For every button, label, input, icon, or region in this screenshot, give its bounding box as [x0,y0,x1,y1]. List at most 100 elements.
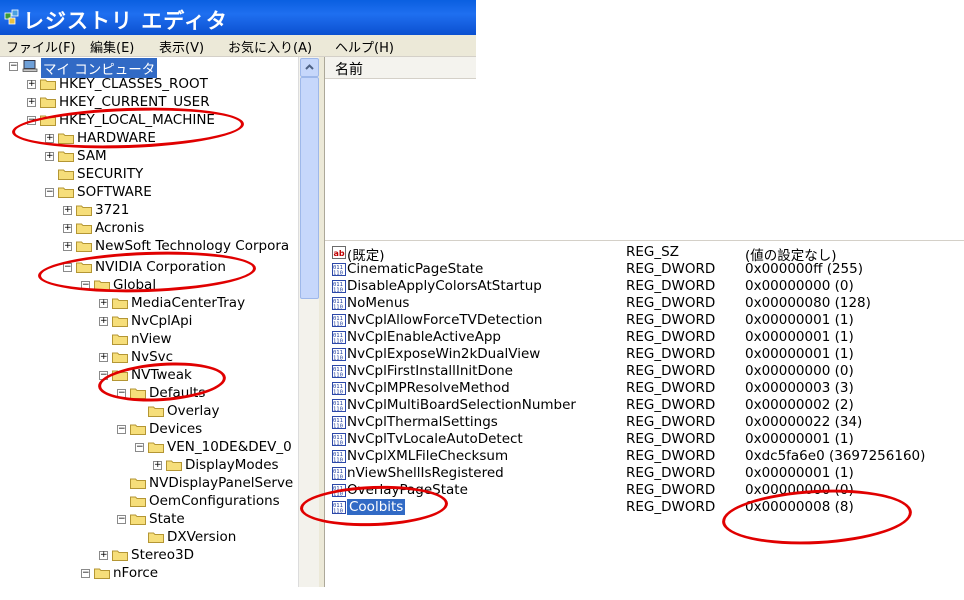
value-data: 0x00000000 (0) [745,363,854,379]
expand-icon[interactable]: + [27,80,36,89]
tree-node-label: HKEY_LOCAL_MACHINE [59,112,215,128]
tree-node-label: NVTweak [131,367,192,383]
svg-text:110: 110 [333,475,343,481]
folder-icon [40,97,56,108]
value-row[interactable]: 011 110 CinematicPageState REG_DWORD 0x00000… [325,261,964,278]
menu-help[interactable]: ヘルプ(H) [335,37,394,56]
value-type: REG_DWORD [626,261,716,277]
expand-icon[interactable]: + [99,551,108,560]
binary-value-icon: 011110 [332,365,346,378]
value-type: REG_DWORD [626,448,716,464]
expand-icon[interactable]: + [63,206,72,215]
value-name: OverlayPageState [347,482,468,498]
binary-value-icon: 011110 [332,433,346,446]
value-name: NvCplExposeWin2kDualView [347,346,541,362]
menu-edit[interactable]: 編集(E) [90,37,134,56]
collapse-icon[interactable]: − [99,371,108,380]
collapse-icon[interactable]: − [135,443,144,452]
folder-icon [58,187,74,198]
folder-icon [112,334,128,345]
title-bar[interactable]: レジストリ エディタ [0,0,476,35]
values-list[interactable]: ab (既定) REG_SZ (値の設定なし) 011 110 CinematicPageS… [325,240,964,581]
value-row[interactable]: 011 110 NvCplFirstInstallInitDone REG_DWORD… [325,363,964,380]
collapse-icon[interactable]: − [63,263,72,272]
svg-text:110: 110 [333,492,343,498]
value-type: REG_DWORD [626,414,716,430]
tree-node-label: MediaCenterTray [131,295,246,311]
collapse-icon[interactable]: − [117,515,126,524]
value-row[interactable]: 011 110 NvCplTvLocaleAutoDetect REG_DWORD 0x… [325,431,964,448]
tree-node-label: Global [113,277,157,293]
collapse-icon[interactable]: − [81,569,90,578]
value-row[interactable]: 011 110 NvCplThermalSettings REG_DWORD 0x000… [325,414,964,431]
collapse-icon[interactable]: − [9,62,18,71]
registry-tree[interactable]: − マイ コンピュータ + HKEY_CLASSES_ROOT + HKEY_CURREN… [0,57,298,587]
tree-node-label: HKEY_CURRENT_USER [59,94,210,110]
tree-node-label: DisplayModes [185,457,279,473]
value-type: REG_DWORD [626,499,716,515]
binary-value-icon: 011110 [332,280,346,293]
collapse-icon[interactable]: − [117,425,126,434]
value-row[interactable]: 011 110 NvCplXMLFileChecksum REG_DWORD 0xdc5… [325,448,964,465]
column-header-name[interactable]: 名前 [325,57,476,79]
expand-icon[interactable]: + [45,152,54,161]
scroll-up-button[interactable] [300,58,319,77]
value-row[interactable]: 011 110 NvCplExposeWin2kDualView REG_DWORD 0… [325,346,964,363]
menu-file[interactable]: ファイル(F) [6,37,76,56]
folder-icon [58,133,74,144]
value-row[interactable]: 011 110 NoMenus REG_DWORD 0x00000080 (128) [325,295,964,312]
svg-text:110: 110 [333,390,343,396]
menu-view[interactable]: 表示(V) [159,37,204,56]
folder-icon [112,370,128,381]
value-row[interactable]: 011 110 NvCplMultiBoardSelectionNumber REG_… [325,397,964,414]
binary-value-icon: 011110 [332,314,346,327]
value-row[interactable]: 011 110 OverlayPageState REG_DWORD 0x0000000… [325,482,964,499]
expand-icon[interactable]: + [99,317,108,326]
expand-icon[interactable]: + [99,299,108,308]
expand-icon[interactable]: + [27,98,36,107]
value-row[interactable]: 011 110 NvCplAllowForceTVDetection REG_DWOR… [325,312,964,329]
folder-icon [148,442,164,453]
value-row[interactable]: 011 110 nViewShellIsRegistered REG_DWORD 0x0… [325,465,964,482]
value-row[interactable]: ab (既定) REG_SZ (値の設定なし) [325,244,964,264]
value-type: REG_DWORD [626,346,716,362]
folder-icon [112,352,128,363]
expand-icon[interactable]: + [45,134,54,143]
regedit-icon [4,9,19,25]
tree-scrollbar[interactable] [298,57,319,587]
collapse-icon[interactable]: − [117,389,126,398]
value-name: NoMenus [347,295,410,311]
value-row[interactable]: 011 110 DisableApplyColorsAtStartup REG_DWO… [325,278,964,295]
tree-node-label: マイ コンピュータ [41,58,158,78]
value-data: 0xdc5fa6e0 (3697256160) [745,448,926,464]
column-header-name-label: 名前 [335,62,363,78]
value-name: nViewShellIsRegistered [347,465,504,481]
value-type: REG_DWORD [626,295,716,311]
collapse-icon[interactable]: − [81,281,90,290]
collapse-icon[interactable]: − [27,116,36,125]
value-data: 0x00000008 (8) [745,499,854,515]
value-name: DisableApplyColorsAtStartup [347,278,542,294]
folder-icon [76,223,92,234]
expand-icon[interactable]: + [63,242,72,251]
binary-value-icon: 011110 [332,416,346,429]
expand-icon[interactable]: + [63,224,72,233]
expand-icon[interactable]: + [153,461,162,470]
folder-icon [130,388,146,399]
value-row[interactable]: 011 110 Coolbits REG_DWORD 0x00000008 (8) [325,499,964,516]
value-row[interactable]: 011 110 NvCplEnableActiveApp REG_DWORD 0x000… [325,329,964,346]
collapse-icon[interactable]: − [45,188,54,197]
svg-text:110: 110 [333,509,343,515]
value-data: 0x00000080 (128) [745,295,871,311]
value-type: REG_DWORD [626,431,716,447]
value-type: REG_DWORD [626,312,716,328]
scroll-thumb[interactable] [300,77,319,299]
svg-text:110: 110 [333,458,343,464]
value-data: 0x00000003 (3) [745,380,854,396]
folder-icon [148,406,164,417]
tree-node-label: Acronis [95,220,145,236]
folder-icon [40,115,56,126]
value-row[interactable]: 011 110 NvCplMPResolveMethod REG_DWORD 0x000… [325,380,964,397]
menu-favorites[interactable]: お気に入り(A) [228,37,312,56]
expand-icon[interactable]: + [99,353,108,362]
